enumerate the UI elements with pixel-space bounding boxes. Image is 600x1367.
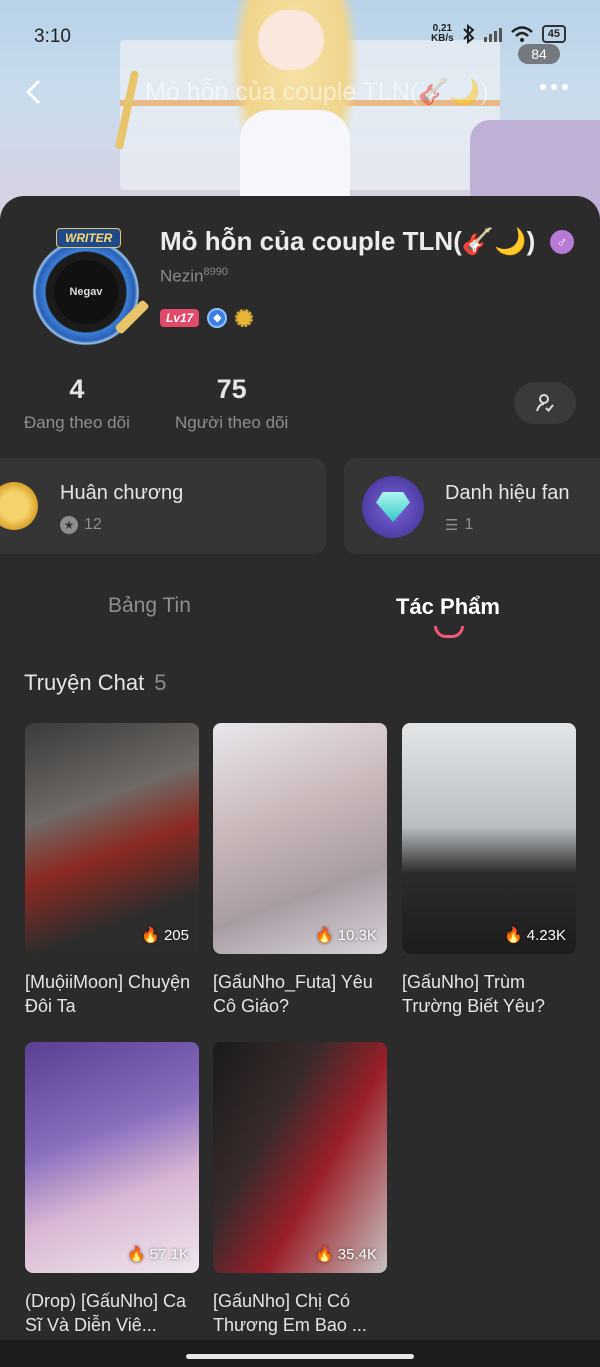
work-card[interactable]: 🔥 205 [MuộiiMoon] Chuyện Đôi Ta [25, 723, 199, 1018]
writer-badge: WRITER [56, 228, 122, 248]
follow-button[interactable] [514, 382, 576, 424]
view-count: 🔥 57.1K [127, 1245, 189, 1264]
medals-count-row: ★ 12 [60, 516, 102, 534]
user-check-icon [536, 394, 554, 412]
work-card[interactable]: 🔥 10.3K [GấuNho_Futa] Yêu Cô Giáo? [213, 723, 387, 1018]
more-dot-icon [562, 84, 568, 90]
home-indicator[interactable] [186, 1354, 414, 1359]
status-icons: 0,21 KB/s 45 [431, 24, 566, 44]
fan-titles-count: 1 [464, 516, 474, 533]
avatar[interactable]: Negav WRITER [24, 226, 152, 346]
fire-icon: 🔥 [504, 927, 523, 944]
tab-news[interactable]: Bảng Tin [108, 594, 191, 618]
username: Nezin8990 [160, 266, 228, 286]
work-title: [MuộiiMoon] Chuyện Đôi Ta [25, 972, 191, 1016]
work-title: (Drop) [GấuNho] Ca Sĩ Và Diễn Viê... [25, 1291, 187, 1335]
header-title: Mỏ hỗn của couple TLN(🎸🌙) [145, 78, 489, 106]
more-options-button[interactable] [540, 84, 568, 90]
work-thumbnail: 🔥 10.3K [213, 723, 387, 954]
chevron-left-icon [26, 80, 40, 104]
fan-titles-count-row: ☰ 1 [445, 516, 473, 534]
profile-card: Negav WRITER Mỏ hỗn của couple TLN(🎸🌙) ♂… [0, 196, 600, 1367]
view-count: 🔥 10.3K [315, 926, 377, 945]
more-dot-icon [551, 84, 557, 90]
work-thumbnail: 🔥 4.23K [402, 723, 576, 954]
active-tab-indicator [434, 626, 464, 638]
fan-titles-card[interactable]: Danh hiệu fan ☰ 1 [344, 458, 600, 554]
medals-card[interactable]: Huân chương ★ 12 [0, 458, 326, 554]
work-card[interactable]: 🔥 35.4K [GấuNho] Chị Có Thương Em Bao ... [213, 1042, 387, 1337]
battery-icon: 45 [541, 25, 566, 43]
level-badge[interactable]: Lv17 [160, 309, 200, 327]
following-stat[interactable]: 4 Đang theo dõi [24, 374, 130, 433]
avatar-image: Negav [54, 260, 118, 324]
profile-name: Mỏ hỗn của couple TLN(🎸🌙) [160, 226, 536, 256]
view-count: 🔥 35.4K [315, 1245, 377, 1264]
network-speed: 0,21 KB/s [430, 23, 454, 44]
medal-icon [0, 482, 38, 530]
followers-stat[interactable]: 75 Người theo dõi [175, 374, 288, 433]
fire-icon: 🔥 [315, 927, 334, 944]
view-count: 🔥 205 [141, 926, 189, 945]
following-label: Đang theo dõi [24, 413, 130, 432]
more-dot-icon [540, 84, 546, 90]
blue-gem-badge-icon[interactable]: ◆ [207, 308, 228, 328]
star-badge-icon: ★ [60, 516, 78, 534]
followers-label: Người theo dõi [175, 413, 289, 432]
badge-row: Lv17 ◆ [160, 308, 254, 328]
wifi-icon [510, 26, 533, 42]
fire-icon: 🔥 [315, 1246, 334, 1263]
section-count: 5 [154, 670, 167, 695]
medals-title: Huân chương [60, 482, 184, 504]
signal-icon [483, 26, 502, 42]
fire-icon: 🔥 [127, 1246, 146, 1263]
fan-titles-title: Danh hiệu fan [445, 482, 570, 504]
section-title: Truyện Chat 5 [24, 670, 167, 695]
bluetooth-icon [463, 24, 475, 44]
medals-count: 12 [84, 516, 102, 533]
work-thumbnail: 🔥 35.4K [213, 1042, 387, 1273]
gold-coin-badge-icon[interactable] [235, 309, 254, 327]
list-icon: ☰ [445, 517, 459, 534]
banner-character-face [258, 10, 324, 70]
gender-icon: ♂ [550, 230, 574, 254]
followers-count: 75 [216, 374, 247, 404]
following-count: 4 [69, 374, 85, 404]
diamond-icon [362, 476, 424, 538]
back-button[interactable] [20, 76, 48, 108]
work-thumbnail: 🔥 57.1K [25, 1042, 199, 1273]
tab-works[interactable]: Tác Phẩm [396, 594, 500, 620]
work-thumbnail: 🔥 205 [25, 723, 199, 954]
fire-icon: 🔥 [141, 927, 160, 944]
work-title: [GấuNho] Trùm Trường Biết Yêu? [402, 972, 545, 1016]
status-time: 3:10 [34, 26, 71, 47]
like-count-badge[interactable]: 84 [518, 44, 560, 64]
view-count: 🔥 4.23K [504, 926, 566, 945]
work-title: [GấuNho] Chị Có Thương Em Bao ... [213, 1291, 367, 1335]
work-title: [GấuNho_Futa] Yêu Cô Giáo? [213, 972, 373, 1016]
banner-character-dress [240, 110, 350, 210]
work-card[interactable]: 🔥 57.1K (Drop) [GấuNho] Ca Sĩ Và Diễn Viê… [25, 1042, 199, 1337]
work-card[interactable]: 🔥 4.23K [GấuNho] Trùm Trường Biết Yêu? [402, 723, 576, 1018]
